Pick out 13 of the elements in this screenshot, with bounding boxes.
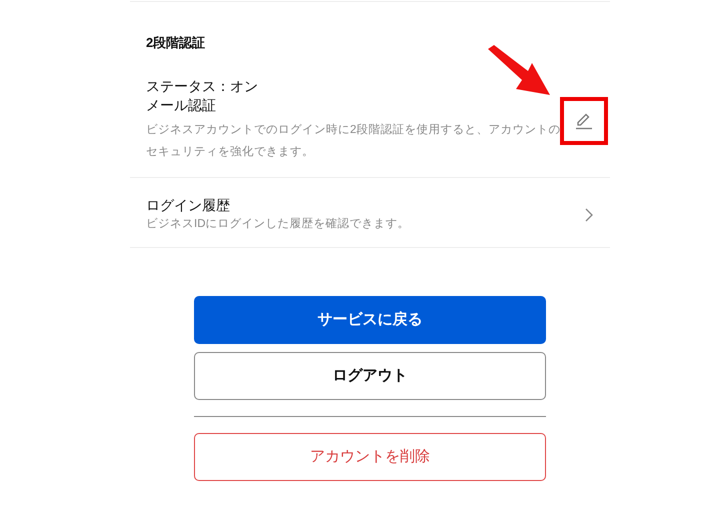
description-text: ビジネスIDにログインした履歴を確認できます。 bbox=[146, 216, 410, 232]
arrow-annotation bbox=[486, 45, 551, 95]
method-text: メール認証 bbox=[146, 96, 217, 115]
status-text: ステータス：オン bbox=[146, 77, 259, 96]
section-title: 2段階認証 bbox=[146, 34, 206, 52]
delete-account-button[interactable]: アカウントを削除 bbox=[194, 433, 546, 481]
chevron-right-icon[interactable] bbox=[585, 208, 594, 222]
description-text: ビジネスアカウントでのログイン時に2段階認証を使用すると、アカウントのセキュリティを強化できます。 bbox=[146, 122, 562, 160]
pencil-icon bbox=[575, 112, 593, 130]
primary-button[interactable]: サービスに戻る bbox=[194, 296, 546, 344]
logout-button[interactable]: ログアウト bbox=[194, 352, 546, 400]
row-title: ログイン履歴 bbox=[146, 196, 231, 215]
edit-button[interactable] bbox=[560, 97, 608, 145]
